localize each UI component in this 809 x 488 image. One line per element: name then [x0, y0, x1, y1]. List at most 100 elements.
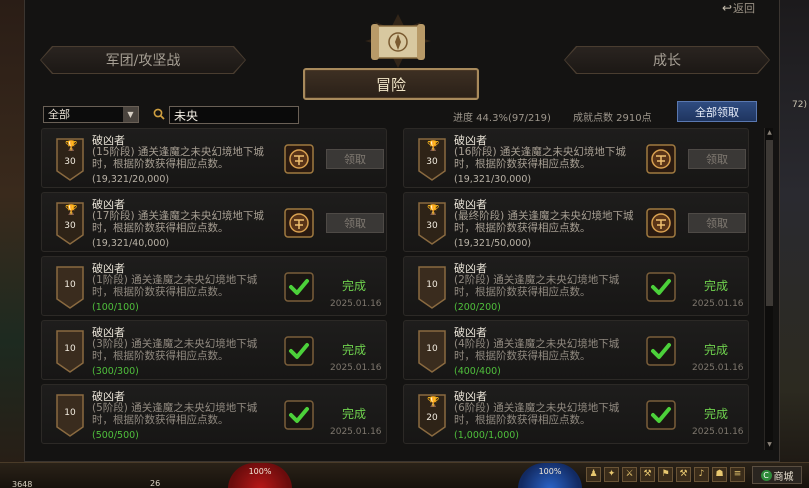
- points-shield-icon: 10: [55, 265, 85, 309]
- scroll-thumb[interactable]: [766, 140, 773, 306]
- reward-emblem-icon: [284, 144, 314, 174]
- achievement-description: (5阶段) 通关逢魔之未央幻境地下城时，根据阶数获得相应点数。: [92, 402, 258, 426]
- guild-icon[interactable]: ☗: [712, 467, 727, 482]
- achievement-progress: (500/500): [92, 430, 139, 441]
- tab-adventure[interactable]: 冒险: [303, 68, 479, 100]
- search-input[interactable]: [169, 106, 299, 124]
- achievement-progress: (200/200): [454, 302, 501, 313]
- achievement-description: (最终阶段) 通关逢魔之未央幻境地下城时，根据阶数获得相应点数。: [454, 210, 634, 234]
- mp-orb: 100%: [518, 463, 582, 488]
- back-button[interactable]: ↩返回: [722, 0, 755, 16]
- achievement-list: 🏆 30 破凶者 (15阶段) 通关逢魔之未央幻境地下城时，根据阶数获得相应点数。 (1…: [41, 128, 761, 452]
- achievement-card: 10 破凶者 (1阶段) 通关逢魔之未央幻境地下城时，根据阶数获得相应点数。 (100…: [41, 256, 387, 316]
- menu-icon[interactable]: ≡: [730, 467, 745, 482]
- achievement-description: (15阶段) 通关逢魔之未央幻境地下城时，根据阶数获得相应点数。: [92, 146, 264, 170]
- scroll-down-icon[interactable]: ▼: [765, 440, 774, 450]
- back-arrow-icon: ↩: [721, 1, 732, 15]
- completed-date: 2025.01.16: [692, 299, 744, 309]
- points-shield-icon: 🏆 30: [417, 201, 447, 245]
- progress-text: 进度 44.3%(97/219): [453, 113, 551, 124]
- completed-check-icon: [646, 336, 676, 366]
- trophy-icon: 🏆: [427, 141, 440, 152]
- achievement-points: 30: [426, 221, 438, 231]
- achievement-progress: (19,321/30,000): [454, 174, 532, 185]
- flag-icon[interactable]: ⚑: [658, 467, 673, 482]
- achievement-progress: (300/300): [92, 366, 139, 377]
- achievement-progress: (19,321/40,000): [92, 238, 170, 249]
- achievement-card: 10 破凶者 (2阶段) 通关逢魔之未央幻境地下城时，根据阶数获得相应点数。 (200…: [403, 256, 749, 316]
- party-icon[interactable]: ♟: [586, 467, 601, 482]
- achievement-progress: (19,321/20,000): [92, 174, 170, 185]
- achievement-points: 10: [64, 408, 76, 418]
- completed-date: 2025.01.16: [692, 427, 744, 437]
- reward-emblem-icon: [646, 144, 676, 174]
- achievement-progress: (100/100): [92, 302, 139, 313]
- completed-check-icon: [646, 272, 676, 302]
- list-scrollbar[interactable]: ▲ ▼: [764, 128, 773, 450]
- claim-button[interactable]: 领取: [688, 213, 746, 233]
- achievement-progress: (1,000/1,000): [454, 430, 520, 441]
- trophy-icon: 🏆: [65, 205, 78, 216]
- completed-date: 2025.01.16: [330, 299, 382, 309]
- completed-label: 完成: [704, 407, 729, 421]
- coin-icon: C: [760, 469, 772, 481]
- achievement-description: (4阶段) 通关逢魔之未央幻境地下城时，根据阶数获得相应点数。: [454, 338, 620, 362]
- points-shield-icon: 🏆 20: [417, 393, 447, 437]
- trophy-icon: 🏆: [65, 141, 78, 152]
- achievement-points: 30: [64, 157, 76, 167]
- sword-icon[interactable]: ⚔: [622, 467, 637, 482]
- tab-growth[interactable]: 成长: [565, 47, 769, 73]
- claim-button[interactable]: 领取: [688, 149, 746, 169]
- game-backdrop-left: [0, 0, 26, 488]
- points-shield-icon: 🏆 30: [55, 201, 85, 245]
- achievement-window: ↩返回 军团/攻坚战 成长 冒险 全部 ▼ 进度 44.3%(97/219) 成…: [24, 0, 780, 462]
- achievement-description: (2阶段) 通关逢魔之未央幻境地下城时，根据阶数获得相应点数。: [454, 274, 620, 298]
- shop-button[interactable]: C 商城: [752, 466, 802, 484]
- completed-date: 2025.01.16: [692, 363, 744, 373]
- completed-label: 完成: [704, 343, 729, 357]
- completed-check-icon: [284, 272, 314, 302]
- achievement-card: 10 破凶者 (4阶段) 通关逢魔之未央幻境地下城时，根据阶数获得相应点数。 (400…: [403, 320, 749, 380]
- claim-button[interactable]: 领取: [326, 213, 384, 233]
- achievement-card: 10 破凶者 (3阶段) 通关逢魔之未央幻境地下城时，根据阶数获得相应点数。 (300…: [41, 320, 387, 380]
- completed-date: 2025.01.16: [330, 363, 382, 373]
- scroll-emblem-icon: [365, 14, 431, 68]
- category-select[interactable]: 全部 ▼: [43, 106, 139, 123]
- completed-check-icon: [284, 400, 314, 430]
- trophy-icon: 🏆: [427, 205, 440, 216]
- achievement-description: (16阶段) 通关逢魔之未央幻境地下城时，根据阶数获得相应点数。: [454, 146, 626, 170]
- achievement-points: 10: [64, 280, 76, 290]
- bottom-hud: 3648 26 100% 100% ♟ ✦ ⚔ ⚒ ⚑ ⚒ ♪ ☗ ≡ C 商城: [0, 462, 809, 488]
- achievement-points: 30: [64, 221, 76, 231]
- completed-check-icon: [646, 400, 676, 430]
- achievement-points-text: 成就点数 2910点: [573, 113, 652, 124]
- achievement-card: 🏆 30 破凶者 (16阶段) 通关逢魔之未央幻境地下城时，根据阶数获得相应点数。 (1…: [403, 128, 749, 188]
- trophy-icon: 🏆: [427, 397, 440, 408]
- hammer-icon[interactable]: ⚒: [676, 467, 691, 482]
- hud-level-number: 3648: [12, 480, 33, 488]
- back-label: 返回: [733, 2, 755, 15]
- hud-count: 26: [150, 479, 161, 488]
- axe-icon[interactable]: ⚒: [640, 467, 655, 482]
- achievement-points: 10: [426, 280, 438, 290]
- points-shield-icon: 🏆 30: [55, 137, 85, 181]
- claim-button[interactable]: 领取: [326, 149, 384, 169]
- achievement-progress: (19,321/50,000): [454, 238, 532, 249]
- achievement-description: (6阶段) 通关逢魔之未央幻境地下城时，根据阶数获得相应点数。: [454, 402, 620, 426]
- points-shield-icon: 10: [55, 393, 85, 437]
- achievement-description: (3阶段) 通关逢魔之未央幻境地下城时，根据阶数获得相应点数。: [92, 338, 258, 362]
- claim-all-button[interactable]: 全部领取: [677, 101, 757, 122]
- scroll-up-icon[interactable]: ▲: [765, 128, 774, 138]
- achievement-points: 10: [426, 344, 438, 354]
- achievement-card: 10 破凶者 (5阶段) 通关逢魔之未央幻境地下城时，根据阶数获得相应点数。 (500…: [41, 384, 387, 444]
- tab-legion-raid[interactable]: 军团/攻坚战: [41, 47, 245, 73]
- bell-icon[interactable]: ♪: [694, 467, 709, 482]
- achievement-points: 10: [64, 344, 76, 354]
- achievement-points: 20: [426, 413, 438, 423]
- game-backdrop-right: 72): [779, 0, 809, 488]
- achievement-points: 30: [426, 157, 438, 167]
- points-shield-icon: 🏆 30: [417, 137, 447, 181]
- sparkle-icon[interactable]: ✦: [604, 467, 619, 482]
- achievement-card: 🏆 30 破凶者 (17阶段) 通关逢魔之未央幻境地下城时，根据阶数获得相应点数。 (1…: [41, 192, 387, 252]
- achievement-description: (1阶段) 通关逢魔之未央幻境地下城时，根据阶数获得相应点数。: [92, 274, 258, 298]
